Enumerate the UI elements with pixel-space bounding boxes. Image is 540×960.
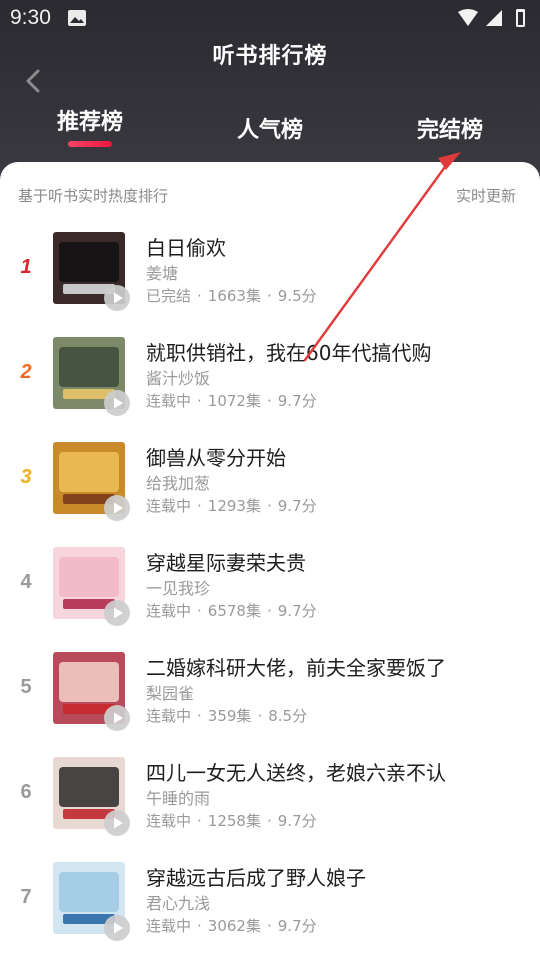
book-status: 已完结 bbox=[146, 287, 192, 305]
book-author: 给我加葱 bbox=[146, 474, 211, 493]
tab-active-indicator bbox=[68, 141, 112, 147]
rank-number: 1 bbox=[20, 256, 32, 278]
separator: · bbox=[266, 602, 272, 620]
separator: · bbox=[197, 917, 202, 935]
episode-count: 3062集 bbox=[207, 917, 261, 935]
book-title[interactable]: 穿越星际妻荣夫贵 bbox=[146, 547, 306, 576]
rank-number: 5 bbox=[20, 676, 32, 698]
book-title[interactable]: 二婚嫁科研大佬，前夫全家要饭了 bbox=[146, 652, 446, 681]
separator: · bbox=[266, 812, 272, 830]
tab-recommended[interactable]: 推荐榜 bbox=[57, 104, 123, 136]
list-item[interactable]: 3 御兽从零分开始 给我加葱 连载中 · 1293集 · 9.7分 bbox=[0, 442, 540, 547]
separator: · bbox=[266, 917, 272, 935]
book-title[interactable]: 穿越远古后成了野人娘子 bbox=[146, 862, 366, 891]
chevron-left-icon[interactable] bbox=[20, 66, 48, 96]
play-icon bbox=[114, 502, 123, 514]
book-score: 9.7分 bbox=[277, 602, 317, 620]
separator: · bbox=[197, 497, 202, 515]
book-meta: 已完结 · 1663集 · 9.5分 bbox=[146, 285, 317, 306]
separator: · bbox=[197, 602, 202, 620]
rank-number: 3 bbox=[20, 466, 32, 488]
signal-icon bbox=[486, 10, 502, 26]
separator: · bbox=[257, 707, 263, 725]
separator: · bbox=[266, 392, 272, 410]
episode-count: 1293集 bbox=[207, 497, 261, 515]
book-meta: 连载中 · 1293集 · 9.7分 bbox=[146, 495, 317, 516]
separator: · bbox=[197, 392, 202, 410]
status-icons bbox=[458, 9, 525, 27]
book-author: 午睡的雨 bbox=[146, 789, 211, 808]
book-status: 连载中 bbox=[146, 707, 192, 725]
play-button[interactable] bbox=[104, 285, 130, 311]
book-title[interactable]: 白日偷欢 bbox=[146, 232, 226, 261]
book-score: 8.5分 bbox=[268, 707, 308, 725]
rank-number: 7 bbox=[20, 886, 32, 908]
book-title[interactable]: 御兽从零分开始 bbox=[146, 442, 286, 471]
play-icon bbox=[114, 607, 123, 619]
rank-number: 2 bbox=[20, 361, 32, 383]
book-author: 一见我珍 bbox=[146, 579, 211, 598]
separator: · bbox=[266, 497, 272, 515]
tab-popular[interactable]: 人气榜 bbox=[237, 112, 303, 144]
separator: · bbox=[197, 287, 202, 305]
play-icon bbox=[114, 817, 123, 829]
gallery-icon bbox=[68, 10, 86, 26]
book-status: 连载中 bbox=[146, 812, 192, 830]
book-author: 酱汁炒饭 bbox=[146, 369, 211, 388]
book-title[interactable]: 四儿一女无人送终，老娘六亲不认 bbox=[146, 757, 446, 786]
rank-number: 4 bbox=[20, 571, 32, 593]
play-button[interactable] bbox=[104, 495, 130, 521]
page-title: 听书排行榜 bbox=[212, 44, 328, 69]
book-status: 连载中 bbox=[146, 497, 192, 515]
episode-count: 6578集 bbox=[207, 602, 261, 620]
book-status: 连载中 bbox=[146, 917, 192, 935]
tab-completed[interactable]: 完结榜 bbox=[417, 112, 483, 144]
book-meta: 连载中 · 6578集 · 9.7分 bbox=[146, 600, 317, 621]
play-button[interactable] bbox=[104, 600, 130, 626]
book-score: 9.7分 bbox=[277, 497, 317, 515]
list-item[interactable]: 1 白日偷欢 姜塘 已完结 · 1663集 · 9.5分 bbox=[0, 232, 540, 337]
play-button[interactable] bbox=[104, 810, 130, 836]
separator: · bbox=[266, 287, 272, 305]
list-subtitle: 基于听书实时热度排行 bbox=[18, 187, 169, 205]
list-item[interactable]: 4 穿越星际妻荣夫贵 一见我珍 连载中 · 6578集 · 9.7分 bbox=[0, 547, 540, 652]
status-time: 9:30 bbox=[10, 6, 51, 29]
list-item[interactable]: 7 穿越远古后成了野人娘子 君心九浅 连载中 · 3062集 · 9.7分 bbox=[0, 862, 540, 960]
play-icon bbox=[114, 292, 123, 304]
play-icon bbox=[114, 922, 123, 934]
book-score: 9.5分 bbox=[277, 287, 317, 305]
update-label: 实时更新 bbox=[455, 187, 516, 205]
play-button[interactable] bbox=[104, 915, 130, 941]
episode-count: 1663集 bbox=[207, 287, 261, 305]
book-author: 君心九浅 bbox=[146, 894, 211, 913]
separator: · bbox=[197, 707, 202, 725]
list-item[interactable]: 5 二婚嫁科研大佬，前夫全家要饭了 梨园雀 连载中 · 359集 · 8.5分 bbox=[0, 652, 540, 757]
book-author: 梨园雀 bbox=[146, 684, 195, 703]
book-status: 连载中 bbox=[146, 602, 192, 620]
episode-count: 1072集 bbox=[207, 392, 261, 410]
play-button[interactable] bbox=[104, 390, 130, 416]
book-score: 9.7分 bbox=[277, 392, 317, 410]
play-button[interactable] bbox=[104, 705, 130, 731]
book-score: 9.7分 bbox=[277, 917, 317, 935]
wifi-icon bbox=[458, 9, 478, 26]
list-item[interactable]: 2 就职供销社，我在60年代搞代购 酱汁炒饭 连载中 · 1072集 · 9.7分 bbox=[0, 337, 540, 442]
rank-number: 6 bbox=[20, 781, 32, 803]
status-bar: 9:30 bbox=[0, 0, 540, 36]
separator: · bbox=[197, 812, 202, 830]
episode-count: 359集 bbox=[207, 707, 252, 725]
list-item[interactable]: 6 四儿一女无人送终，老娘六亲不认 午睡的雨 连载中 · 1258集 · 9.7分 bbox=[0, 757, 540, 862]
play-icon bbox=[114, 397, 123, 409]
book-title[interactable]: 就职供销社，我在60年代搞代购 bbox=[146, 337, 431, 366]
book-meta: 连载中 · 3062集 · 9.7分 bbox=[146, 915, 317, 936]
book-score: 9.7分 bbox=[277, 812, 317, 830]
book-author: 姜塘 bbox=[146, 264, 179, 283]
header: 9:30 听书排行榜 推荐榜 人气榜 完结榜 bbox=[0, 0, 540, 175]
book-meta: 连载中 · 1072集 · 9.7分 bbox=[146, 390, 317, 411]
book-status: 连载中 bbox=[146, 392, 192, 410]
book-meta: 连载中 · 1258集 · 9.7分 bbox=[146, 810, 317, 831]
book-meta: 连载中 · 359集 · 8.5分 bbox=[146, 705, 307, 726]
play-icon bbox=[114, 712, 123, 724]
episode-count: 1258集 bbox=[207, 812, 261, 830]
